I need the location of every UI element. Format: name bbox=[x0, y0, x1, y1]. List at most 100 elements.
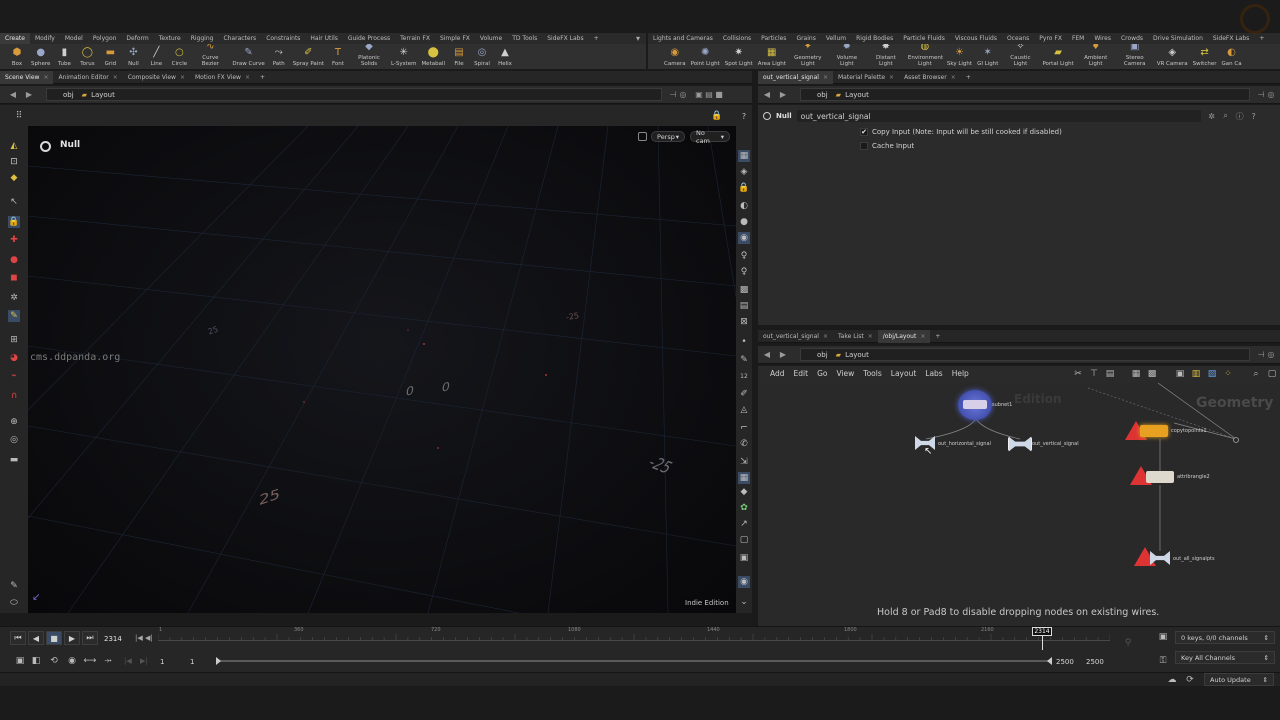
path-node-layout[interactable]: Layout bbox=[91, 91, 115, 99]
param-cache-input[interactable]: Cache Input bbox=[860, 142, 914, 150]
left-shelf-tab[interactable]: Characters bbox=[218, 33, 261, 44]
magnet-tool-icon[interactable]: ∩ bbox=[8, 390, 20, 402]
render-region-icon[interactable]: ⊞ bbox=[8, 334, 20, 346]
grid-display-icon[interactable]: ▦ bbox=[738, 472, 750, 484]
close-tab-icon[interactable]: × bbox=[951, 71, 956, 84]
snapshot-icon[interactable]: ✆ bbox=[738, 438, 750, 450]
key-icon[interactable]: ⚿ bbox=[1157, 655, 1169, 667]
bone-tool-icon[interactable]: ⌁ bbox=[8, 370, 20, 382]
square-icon[interactable]: ▢ bbox=[738, 534, 750, 546]
keys-menu-icon[interactable]: ▣ bbox=[1157, 631, 1169, 643]
timeline-ruler[interactable]: 1 360 720 1080 1440 1800 2160 2314 bbox=[158, 627, 1110, 651]
help-icon[interactable]: ? bbox=[1249, 112, 1259, 121]
diamond-icon[interactable]: ◆ bbox=[738, 486, 750, 498]
left-shelf-tab[interactable]: Model bbox=[60, 33, 88, 44]
layout-icon[interactable]: ▣ bbox=[694, 90, 704, 99]
shelf-tool-point-light[interactable]: ✺ Point Light bbox=[689, 44, 722, 69]
right-shelf-tab[interactable]: Drive Simulation bbox=[1148, 33, 1208, 44]
shelf-tool-camera[interactable]: ◉ Camera bbox=[662, 44, 688, 69]
info-icon[interactable]: ⓘ bbox=[1235, 111, 1245, 122]
maximize-icon[interactable]: ■ bbox=[714, 90, 724, 99]
arrow-icon[interactable]: ↗ bbox=[738, 518, 750, 530]
stop-icon[interactable]: ■ bbox=[46, 631, 62, 645]
display-options-icon[interactable]: ▦ bbox=[738, 150, 750, 162]
forward-arrow-icon[interactable]: ▶ bbox=[778, 90, 788, 99]
wireframe-icon[interactable]: ◈ bbox=[738, 166, 750, 178]
right-shelf-tab[interactable]: Vellum bbox=[821, 33, 851, 44]
right-shelf-tab[interactable]: Pyro FX bbox=[1034, 33, 1067, 44]
right-shelf-tab[interactable]: Lights and Cameras bbox=[648, 33, 718, 44]
play-reverse-icon[interactable]: ◀ bbox=[28, 631, 44, 645]
vertex-icon[interactable]: ▤ bbox=[738, 300, 750, 312]
shelf-tool-ambient-light[interactable]: ♦ Ambient Light bbox=[1077, 44, 1115, 69]
left-shelf-tab[interactable]: Rigging bbox=[186, 33, 219, 44]
shelf-tool-null[interactable]: ✣ Null bbox=[122, 44, 144, 69]
left-shelf-tab[interactable]: Polygon bbox=[88, 33, 122, 44]
view-tool-icon[interactable]: ⊡ bbox=[8, 156, 20, 168]
rotate-tool-icon[interactable]: ● bbox=[8, 254, 20, 266]
right-shelf-tab[interactable]: SideFX Labs bbox=[1208, 33, 1254, 44]
bbox-icon[interactable]: ⊠ bbox=[738, 316, 750, 328]
pane-tab[interactable]: out_vertical_signal × bbox=[758, 330, 833, 343]
shelf-tool-sphere[interactable]: ● Sphere bbox=[29, 44, 52, 69]
dot-icon[interactable]: • bbox=[738, 336, 750, 348]
close-tab-icon[interactable]: × bbox=[823, 71, 828, 84]
shelf-tool-metaball[interactable]: ⬤ Metaball bbox=[419, 44, 447, 69]
left-shelf-tab[interactable]: TD Tools bbox=[507, 33, 542, 44]
pin-icon[interactable]: ⊣ bbox=[1256, 90, 1266, 99]
range-start-field[interactable]: 1 bbox=[160, 658, 164, 666]
play-icon[interactable]: ▶ bbox=[64, 631, 80, 645]
help-icon[interactable]: ? bbox=[738, 110, 750, 122]
add-pane-tab-icon[interactable]: + bbox=[930, 330, 945, 343]
pane-tab[interactable]: Composite View × bbox=[123, 71, 190, 84]
pane-tab[interactable]: Material Palette × bbox=[833, 71, 899, 84]
tools-icon[interactable]: ✂ bbox=[1072, 368, 1084, 380]
left-shelf-add-tab-icon[interactable]: ▾ bbox=[636, 33, 646, 44]
expand-icon[interactable]: ⌄ bbox=[738, 596, 750, 608]
range-start-visible-field[interactable]: 1 bbox=[190, 658, 194, 666]
back-arrow-icon[interactable]: ◀ bbox=[762, 90, 772, 99]
tree-icon[interactable]: ⊤ bbox=[1088, 368, 1100, 380]
ghost-icon[interactable]: ◐ bbox=[738, 200, 750, 212]
brush-icon[interactable]: ✐ bbox=[738, 388, 750, 400]
shelf-tool-portal-light[interactable]: ▰ Portal Light bbox=[1040, 44, 1075, 69]
left-shelf-tab[interactable]: Deform bbox=[121, 33, 153, 44]
path-root-obj[interactable]: obj bbox=[805, 351, 828, 359]
network-menu-item[interactable]: Tools bbox=[863, 369, 881, 378]
search-icon[interactable]: ⌕ bbox=[1250, 368, 1262, 380]
key-all-channels-button[interactable]: Key All Channels ⇕ bbox=[1175, 651, 1275, 664]
auto-update-menu[interactable]: Auto Update ⇕ bbox=[1204, 673, 1274, 686]
persp-camera-menu[interactable]: Persp ▾ bbox=[651, 131, 685, 142]
go-end-icon[interactable]: ⏭ bbox=[82, 631, 98, 645]
back-arrow-icon[interactable]: ◀ bbox=[762, 350, 772, 359]
left-shelf-tab[interactable]: Hair Utils bbox=[305, 33, 342, 44]
shading-icon[interactable]: 🔒 bbox=[738, 182, 750, 194]
frame-icon[interactable]: ▢ bbox=[1266, 368, 1278, 380]
shelf-tool-platonic-solids[interactable]: ◆ Platonic Solids bbox=[350, 44, 388, 69]
stamp-icon[interactable]: ◬ bbox=[738, 404, 750, 416]
close-tab-icon[interactable]: × bbox=[868, 330, 873, 343]
right-shelf-tab[interactable]: Rigid Bodies bbox=[851, 33, 898, 44]
right-shelf-tab[interactable]: Grains bbox=[791, 33, 820, 44]
screen-icon[interactable]: ▣ bbox=[738, 552, 750, 564]
right-shelf-tab[interactable]: Crowds bbox=[1116, 33, 1148, 44]
shelf-tool-tube[interactable]: ▮ Tube bbox=[53, 44, 75, 69]
no-cam-menu[interactable]: No cam ▾ bbox=[690, 129, 730, 145]
left-shelf-tab[interactable]: Create bbox=[0, 33, 30, 44]
scene-viewport[interactable]: 0 0 25 -25 -25 25 Null Persp ▾ No cam ▾ cm… bbox=[28, 126, 736, 613]
path-node-layout[interactable]: Layout bbox=[845, 351, 869, 359]
network-menu-item[interactable]: Edit bbox=[794, 369, 809, 378]
gear-icon[interactable]: ✲ bbox=[1207, 112, 1217, 121]
shelf-tool-distant-light[interactable]: ✸ Distant Light bbox=[867, 44, 905, 69]
chat-icon[interactable]: ☁ bbox=[1166, 674, 1178, 686]
shelf-tool-gan-camera[interactable]: ◐ Gan Ca bbox=[1219, 44, 1243, 69]
step-forward-icon[interactable]: ◀| bbox=[145, 634, 153, 642]
add-shelf-tab-icon[interactable]: + bbox=[589, 33, 604, 44]
shelf-tool-line[interactable]: ╱ Line bbox=[145, 44, 167, 69]
close-tab-icon[interactable]: × bbox=[113, 71, 118, 84]
shelf-tool-helix[interactable]: ▲ Helix bbox=[494, 44, 516, 69]
node-attribrangle2[interactable] bbox=[1146, 471, 1174, 483]
link-icon[interactable]: ◎ bbox=[678, 90, 688, 99]
shelf-tool-torus[interactable]: ◯ Torus bbox=[76, 44, 98, 69]
right-shelf-tab[interactable]: Collisions bbox=[718, 33, 756, 44]
